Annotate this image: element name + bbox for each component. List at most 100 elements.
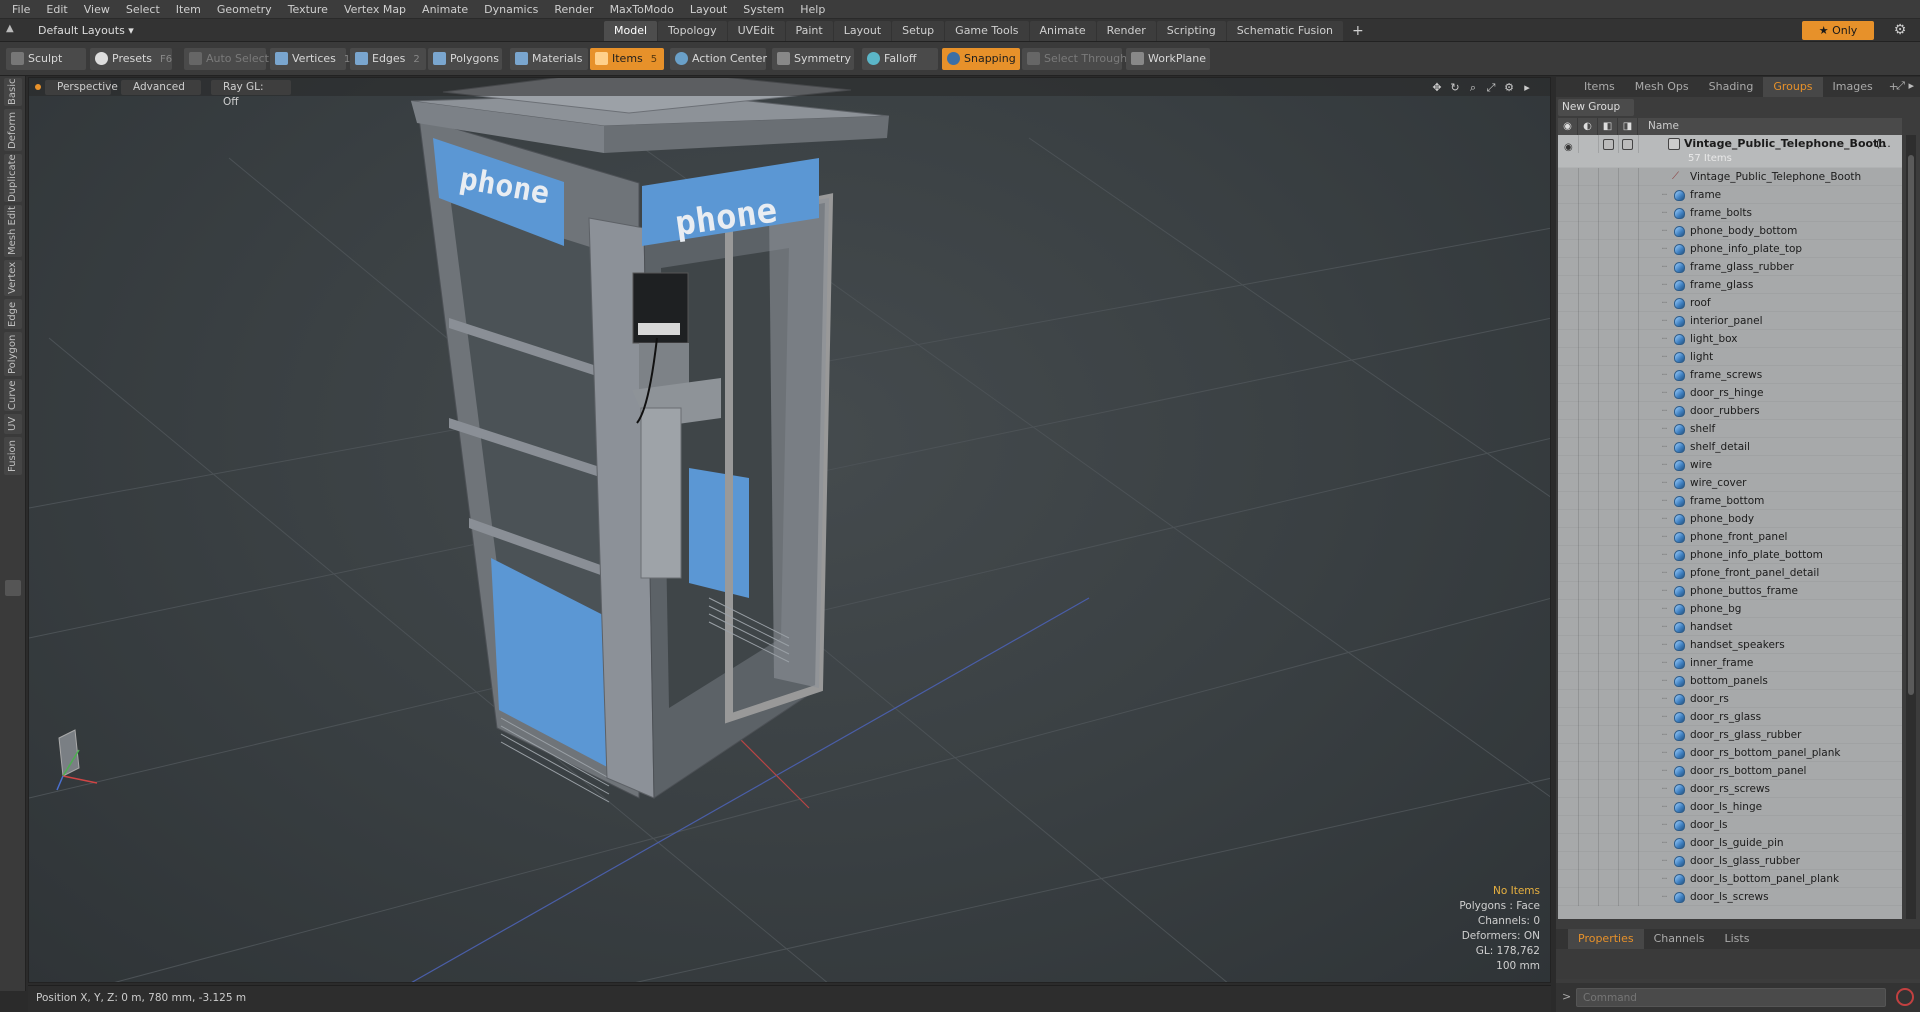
lock-checkbox[interactable] <box>1603 139 1614 150</box>
list-item[interactable]: ┈ door_rs_bottom_panel <box>1558 762 1902 780</box>
list-item[interactable]: ┈ bottom_panels <box>1558 672 1902 690</box>
tab-layout[interactable]: Layout <box>833 21 892 41</box>
visibility-column-icon[interactable]: ◉ <box>1558 118 1578 135</box>
symmetry-button[interactable]: Symmetry <box>772 48 854 70</box>
tab-scripting[interactable]: Scripting <box>1156 21 1226 41</box>
menu-item-help[interactable]: Help <box>792 3 833 16</box>
zoom-icon[interactable]: ⌕ <box>1464 80 1482 95</box>
left-tab-deform[interactable]: Deform <box>4 109 22 151</box>
select-checkbox[interactable] <box>1622 139 1633 150</box>
list-item[interactable]: ┈ handset_speakers <box>1558 636 1902 654</box>
menu-item-dynamics[interactable]: Dynamics <box>476 3 546 16</box>
left-tab-basic[interactable]: Basic <box>4 78 22 106</box>
left-tab-fusion[interactable]: Fusion <box>4 437 22 475</box>
menu-item-maxtomodo[interactable]: MaxToModo <box>602 3 682 16</box>
tab-images[interactable]: Images <box>1823 77 1883 97</box>
left-tab-vertex[interactable]: Vertex <box>4 260 22 296</box>
list-item[interactable]: ┈ door_ls_guide_pin <box>1558 834 1902 852</box>
list-item[interactable]: ┈ phone_info_plate_top <box>1558 240 1902 258</box>
tab-game-tools[interactable]: Game Tools <box>945 21 1029 41</box>
group-row[interactable]: ◉ Vintage_Public_Telephone_Booth (... 57… <box>1558 135 1902 168</box>
list-item[interactable]: ┈ phone_info_plate_bottom <box>1558 546 1902 564</box>
list-item[interactable]: ┈ frame_glass_rubber <box>1558 258 1902 276</box>
record-icon[interactable] <box>1896 988 1914 1006</box>
menu-item-view[interactable]: View <box>76 3 118 16</box>
left-tab-curve[interactable]: Curve <box>4 379 22 411</box>
polygons-button[interactable]: Polygons <box>428 48 502 70</box>
tab-animate[interactable]: Animate <box>1029 21 1096 41</box>
list-item[interactable]: ┈ wire_cover <box>1558 474 1902 492</box>
gear-icon[interactable]: ⚙ <box>1892 22 1908 38</box>
tab-lists[interactable]: Lists <box>1715 929 1760 949</box>
left-tab-uv[interactable]: UV <box>4 414 22 434</box>
select-column-icon[interactable]: ◨ <box>1618 118 1638 135</box>
name-column-header[interactable]: Name <box>1638 118 1679 135</box>
tab-topology[interactable]: Topology <box>658 21 727 41</box>
tab-groups[interactable]: Groups <box>1763 77 1823 97</box>
list-item[interactable]: ┈ inner_frame <box>1558 654 1902 672</box>
action-center-button[interactable]: Action Center <box>670 48 767 70</box>
tab-properties[interactable]: Properties <box>1568 929 1644 949</box>
workplane-button[interactable]: WorkPlane <box>1126 48 1210 70</box>
mesh-item-row[interactable]: ⟋ Vintage_Public_Telephone_Booth <box>1558 168 1902 186</box>
raygl-button[interactable]: Ray GL: Off <box>211 80 291 108</box>
viewport-gear-icon[interactable]: ⚙ <box>1500 80 1518 95</box>
tab-shading[interactable]: Shading <box>1699 77 1764 97</box>
list-item[interactable]: ┈ pfone_front_panel_detail <box>1558 564 1902 582</box>
tab-schematic-fusion[interactable]: Schematic Fusion <box>1226 21 1344 41</box>
3d-viewport[interactable]: phone phone Perspective Advanced Ray GL:… <box>28 77 1551 983</box>
list-item[interactable]: ┈ shelf_detail <box>1558 438 1902 456</box>
items-button[interactable]: Items 5 <box>590 48 664 70</box>
list-scrollbar[interactable] <box>1906 135 1916 919</box>
list-item[interactable]: ┈ phone_body <box>1558 510 1902 528</box>
list-item[interactable]: ┈ frame_screws <box>1558 366 1902 384</box>
list-item[interactable]: ┈ door_ls_glass_rubber <box>1558 852 1902 870</box>
list-item[interactable]: ┈ handset <box>1558 618 1902 636</box>
shading-dropdown[interactable]: Advanced <box>121 80 201 95</box>
list-item[interactable]: ┈ door_ls_screws <box>1558 888 1902 906</box>
snapping-button[interactable]: Snapping <box>942 48 1020 70</box>
list-item[interactable]: ┈ interior_panel <box>1558 312 1902 330</box>
tab-setup[interactable]: Setup <box>892 21 945 41</box>
list-item[interactable]: ┈ frame_glass <box>1558 276 1902 294</box>
list-item[interactable]: ┈ wire <box>1558 456 1902 474</box>
list-item[interactable]: ┈ light <box>1558 348 1902 366</box>
menu-item-geometry[interactable]: Geometry <box>209 3 280 16</box>
render-column-icon[interactable]: ◐ <box>1578 118 1598 135</box>
list-item[interactable]: ┈ phone_bg <box>1558 600 1902 618</box>
left-tab-polygon[interactable]: Polygon <box>4 332 22 376</box>
list-item[interactable]: ┈ door_rs_screws <box>1558 780 1902 798</box>
list-item[interactable]: ┈ door_ls <box>1558 816 1902 834</box>
left-tab-edge[interactable]: Edge <box>4 299 22 329</box>
list-item[interactable]: ┈ phone_front_panel <box>1558 528 1902 546</box>
list-item[interactable]: ┈ phone_body_bottom <box>1558 222 1902 240</box>
list-item[interactable]: ┈ door_rs_hinge <box>1558 384 1902 402</box>
left-tab-duplicate[interactable]: Duplicate <box>4 154 22 202</box>
list-item[interactable]: ┈ door_rubbers <box>1558 402 1902 420</box>
list-item[interactable]: ┈ phone_buttos_frame <box>1558 582 1902 600</box>
eye-icon[interactable]: ◉ <box>1564 139 1573 157</box>
menu-item-file[interactable]: File <box>4 3 38 16</box>
menu-item-item[interactable]: Item <box>168 3 209 16</box>
menu-item-animate[interactable]: Animate <box>414 3 476 16</box>
command-input[interactable] <box>1576 988 1886 1007</box>
tab-uvedit[interactable]: UVEdit <box>727 21 785 41</box>
menu-item-vertex-map[interactable]: Vertex Map <box>336 3 414 16</box>
menu-item-edit[interactable]: Edit <box>38 3 75 16</box>
only-button[interactable]: ★ Only <box>1802 21 1874 40</box>
scrollbar-thumb[interactable] <box>1908 155 1914 695</box>
list-item[interactable]: ┈ door_rs <box>1558 690 1902 708</box>
tab-items[interactable]: Items <box>1574 77 1625 97</box>
list-item[interactable]: ┈ door_rs_bottom_panel_plank <box>1558 744 1902 762</box>
list-item[interactable]: ┈ door_ls_hinge <box>1558 798 1902 816</box>
menu-item-render[interactable]: Render <box>546 3 601 16</box>
lock-column-icon[interactable]: ◧ <box>1598 118 1618 135</box>
vertices-button[interactable]: Vertices 1 <box>270 48 350 70</box>
menu-item-texture[interactable]: Texture <box>280 3 336 16</box>
tab-paint[interactable]: Paint <box>785 21 833 41</box>
expand-icon[interactable] <box>5 580 21 596</box>
orbit-icon[interactable]: ↻ <box>1446 80 1464 95</box>
menu-item-layout[interactable]: Layout <box>682 3 735 16</box>
sculpt-button[interactable]: Sculpt <box>6 48 86 70</box>
auto-select-button[interactable]: Auto Select <box>184 48 269 70</box>
